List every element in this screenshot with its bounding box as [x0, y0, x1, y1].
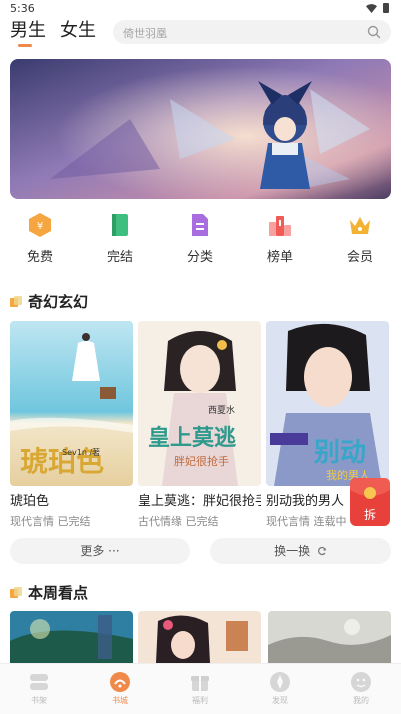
nav-label: 书城 [112, 696, 128, 705]
nav-label: 福利 [192, 696, 208, 705]
bottom-nav: 书架 书城 福利 发现 我的 [0, 663, 401, 714]
shortcut-ranking[interactable]: 榜单 [250, 212, 310, 265]
status-time: 5:36 [10, 2, 35, 15]
shortcut-label: 榜单 [266, 250, 293, 265]
shortcut-label: 分类 [186, 250, 213, 265]
bookstore-icon [110, 672, 130, 692]
shortcut-label: 完结 [106, 250, 133, 265]
tab-female[interactable]: 女生 [60, 16, 96, 42]
banner-carousel[interactable] [10, 59, 391, 199]
book-cover-image: 西夏水 皇上莫逃 胖妃很抢手 [138, 321, 261, 486]
profile-icon [351, 672, 371, 692]
battery-icon [383, 3, 389, 13]
tab-indicator [18, 44, 32, 47]
search-icon[interactable] [367, 25, 381, 39]
section-title-text: 本周看点 [28, 584, 89, 602]
book-card[interactable]: 琥珀色 Sev1n /著 琥珀色 现代言情 已完结 [10, 321, 133, 529]
wifi-icon [366, 3, 377, 13]
book-title[interactable]: 琥珀色 [10, 490, 133, 509]
gift-icon [191, 676, 209, 691]
section-mark-icon [10, 296, 24, 308]
category-icon [192, 214, 208, 236]
banner-image [10, 59, 391, 199]
bookshelf-icon [30, 674, 48, 690]
weekly-book-cover[interactable] [138, 611, 261, 663]
shortcut-category[interactable]: 分类 [170, 212, 230, 265]
weekly-cover-image [268, 611, 391, 663]
cover-author: 西夏水 [208, 404, 235, 416]
weekly-cover-image [138, 611, 261, 663]
search-placeholder: 倚世羽凰 [123, 27, 167, 40]
status-icons [366, 3, 389, 13]
book-meta: 古代情缘 已完结 [138, 515, 219, 528]
shortcut-vip[interactable]: 会员 [330, 212, 390, 265]
shortcut-row: ¥ 免费 完结 分类 榜单 会员 [0, 212, 401, 272]
shortcut-free[interactable]: ¥ 免费 [10, 212, 70, 265]
redpacket-icon [350, 478, 390, 499]
nav-label: 我的 [353, 696, 369, 705]
weekly-cover-image [10, 611, 133, 663]
section-title-text: 奇幻玄幻 [28, 293, 89, 311]
more-button[interactable]: 更多 ··· [10, 538, 190, 564]
section-title-fantasy: 奇幻玄幻 [10, 291, 88, 312]
shortcut-label: 免费 [26, 250, 53, 265]
discover-icon [270, 672, 290, 692]
cover-title: 别动 [313, 438, 366, 468]
top-bar: 男生 女生 倚世羽凰 [0, 16, 401, 54]
book-title[interactable]: 皇上莫逃：胖妃很抢手 [138, 490, 261, 509]
cover-subtitle: 胖妃很抢手 [174, 454, 229, 468]
ranking-icon [269, 216, 291, 236]
nav-item-bookstore[interactable]: 书城 [90, 671, 150, 706]
nav-label: 书架 [31, 696, 47, 705]
tab-male[interactable]: 男生 [10, 16, 46, 42]
redpacket-button[interactable]: 拆 [350, 478, 390, 526]
free-icon: ¥ [29, 213, 51, 237]
book-cover-image: 琥珀色 Sev1n /著 [10, 321, 133, 486]
book-cover[interactable]: 琥珀色 Sev1n /著 [10, 321, 133, 486]
nav-label: 发现 [272, 696, 288, 705]
section-mark-icon [10, 587, 24, 599]
refresh-icon [317, 546, 327, 556]
shortcut-finished[interactable]: 完结 [90, 212, 150, 265]
book-cover-image: 别动 我的男人 [266, 321, 389, 486]
nav-item-discover[interactable]: 发现 [250, 671, 310, 706]
nav-item-bookshelf[interactable]: 书架 [9, 671, 69, 706]
search-box[interactable]: 倚世羽凰 [113, 20, 391, 44]
weekly-book-cover[interactable] [268, 611, 391, 663]
book-cover[interactable]: 西夏水 皇上莫逃 胖妃很抢手 [138, 321, 261, 486]
nav-item-welfare[interactable]: 福利 [170, 671, 230, 706]
cover-author: Sev1n /著 [62, 447, 100, 457]
book-meta: 现代言情 已完结 [10, 515, 91, 528]
svg-text:¥: ¥ [37, 221, 43, 232]
crown-icon [350, 217, 370, 234]
refresh-label: 换一换 [274, 544, 311, 558]
book-card[interactable]: 西夏水 皇上莫逃 胖妃很抢手 皇上莫逃：胖妃很抢手 古代情缘 已完结 [138, 321, 261, 529]
book-icon [112, 214, 128, 236]
weekly-book-row [10, 611, 391, 663]
redpacket-label: 拆 [363, 508, 376, 522]
nav-item-profile[interactable]: 我的 [331, 671, 391, 706]
weekly-book-cover[interactable] [10, 611, 133, 663]
section-title-weekly: 本周看点 [10, 582, 88, 603]
refresh-button[interactable]: 换一换 [210, 538, 391, 564]
book-cover[interactable]: 别动 我的男人 [266, 321, 389, 486]
cover-title: 皇上莫逃 [148, 425, 237, 451]
shortcut-label: 会员 [346, 250, 373, 265]
